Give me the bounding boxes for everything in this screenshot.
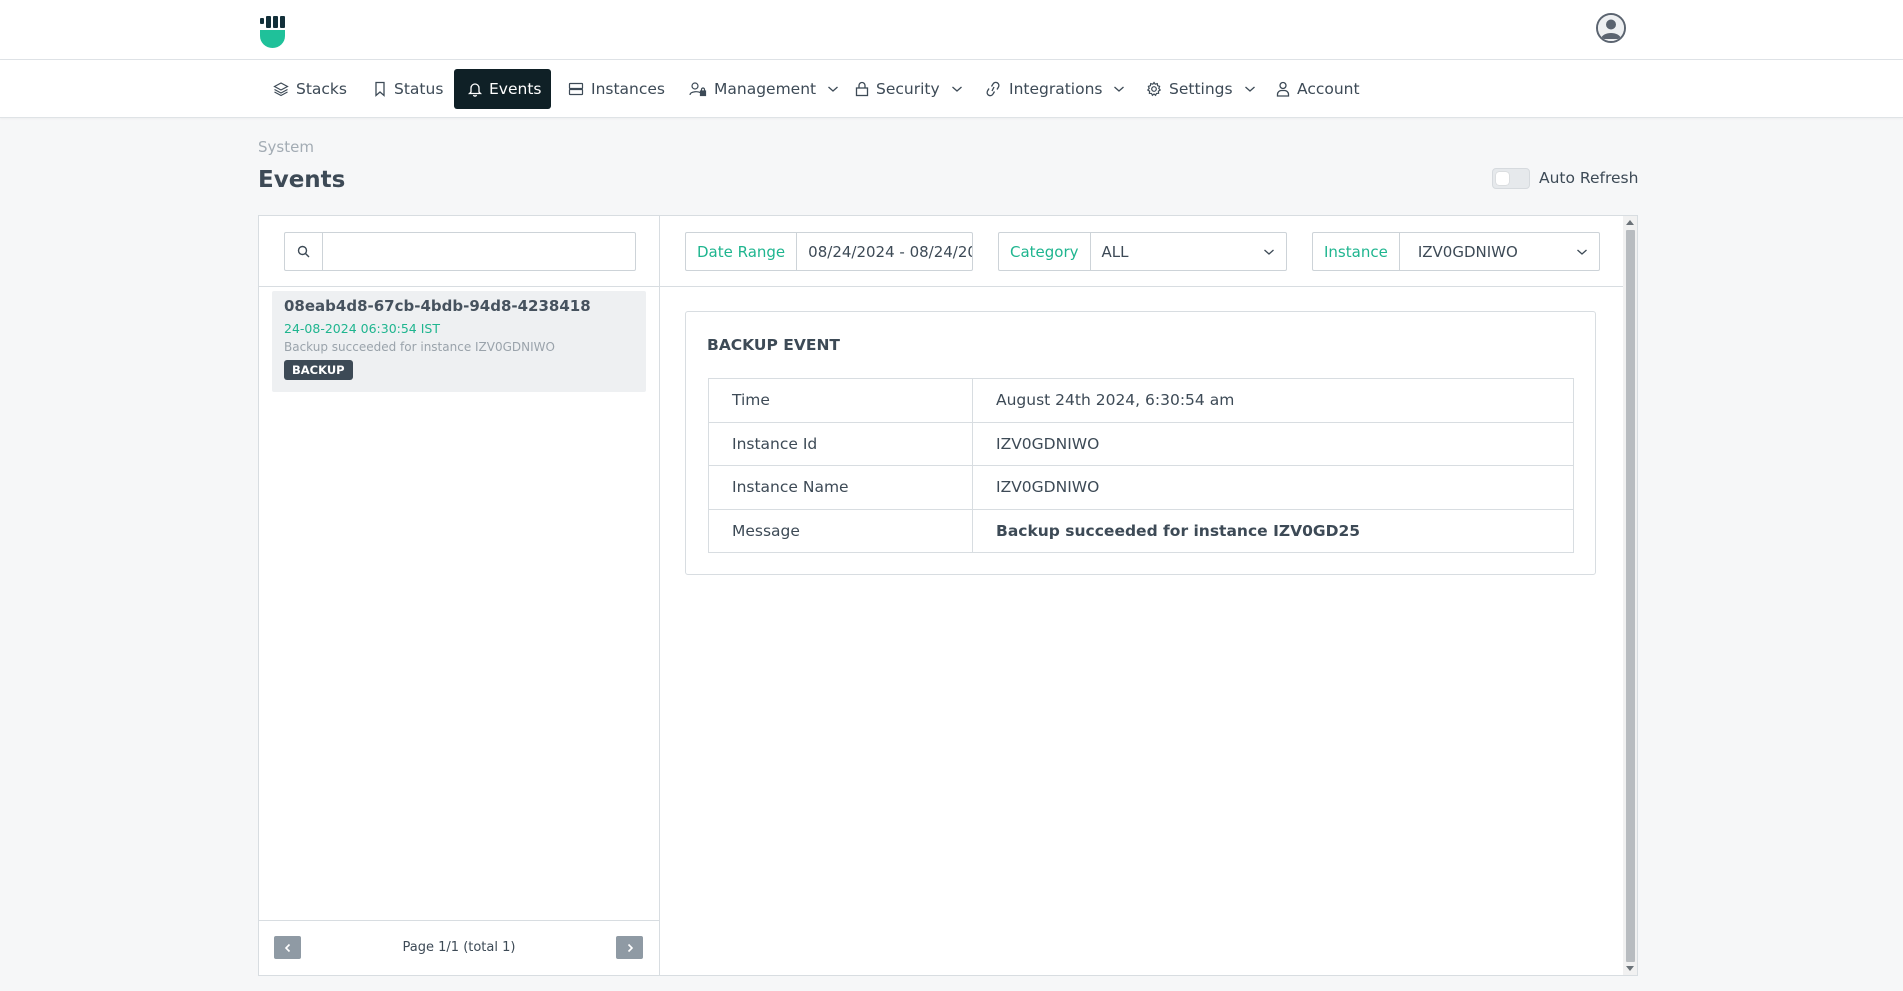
pagination-text: Page 1/1 (total 1) bbox=[402, 940, 516, 955]
chevron-right-icon bbox=[627, 943, 633, 952]
detail-key: Instance Name bbox=[708, 465, 973, 510]
event-id: 08eab4d8-67cb-4bdb-94d8-4238418 bbox=[284, 297, 591, 315]
table-row: Instance Name IZV0GDNIWO bbox=[708, 465, 1574, 510]
layers-icon bbox=[273, 82, 289, 97]
nav-item-account[interactable]: Account bbox=[1262, 69, 1374, 109]
scroll-up-arrow-icon[interactable] bbox=[1626, 220, 1634, 225]
detail-value: August 24th 2024, 6:30:54 am bbox=[972, 378, 1574, 423]
nav-item-settings[interactable]: Settings bbox=[1132, 69, 1270, 109]
app-logo-icon[interactable] bbox=[258, 16, 288, 50]
date-range-label: Date Range bbox=[686, 233, 798, 270]
main-nav: Stacks Status Events Instances Managemen… bbox=[0, 60, 1903, 118]
events-panel: 08eab4d8-67cb-4bdb-94d8-4238418 24-08-20… bbox=[258, 215, 1638, 976]
detail-value: IZV0GDNIWO bbox=[972, 465, 1574, 510]
nav-item-integrations[interactable]: Integrations bbox=[970, 69, 1139, 109]
link-icon bbox=[986, 81, 1000, 97]
next-page-button[interactable] bbox=[616, 936, 643, 959]
scrollbar[interactable] bbox=[1623, 216, 1637, 975]
instance-select[interactable]: IZV0GDNIWO bbox=[1400, 233, 1599, 270]
scroll-down-arrow-icon[interactable] bbox=[1626, 966, 1634, 971]
detail-value: Backup succeeded for instance IZV0GD25 bbox=[972, 508, 1574, 553]
table-row: Time August 24th 2024, 6:30:54 am bbox=[708, 378, 1574, 423]
chevron-down-icon bbox=[1114, 86, 1125, 92]
nav-item-label: Management bbox=[714, 80, 817, 98]
chevron-down-icon bbox=[951, 86, 962, 92]
auto-refresh-toggle[interactable] bbox=[1492, 168, 1530, 189]
scrollbar-thumb[interactable] bbox=[1626, 230, 1635, 962]
chevron-down-icon bbox=[828, 86, 839, 92]
detail-key: Instance Id bbox=[708, 421, 973, 466]
nav-item-security[interactable]: Security bbox=[841, 69, 977, 109]
user-lock-icon bbox=[689, 82, 707, 97]
detail-key: Message bbox=[708, 508, 973, 553]
search-input[interactable] bbox=[324, 233, 635, 270]
event-time: 24-08-2024 06:30:54 IST bbox=[284, 321, 440, 336]
date-range-filter[interactable]: Date Range 08/24/2024 - 08/24/20 bbox=[685, 232, 973, 271]
detail-key: Time bbox=[708, 378, 973, 423]
instance-value: IZV0GDNIWO bbox=[1417, 242, 1518, 261]
event-message: Backup succeeded for instance IZV0GDNIWO bbox=[284, 340, 555, 354]
user-icon bbox=[1276, 81, 1290, 97]
category-select[interactable]: ALL bbox=[1091, 233, 1286, 270]
category-value: ALL bbox=[1101, 242, 1129, 261]
event-detail-table: Time August 24th 2024, 6:30:54 am Instan… bbox=[708, 378, 1574, 553]
nav-item-status[interactable]: Status bbox=[359, 69, 457, 109]
avatar[interactable] bbox=[1596, 13, 1626, 43]
nav-item-label: Account bbox=[1297, 80, 1360, 98]
event-type-badge: BACKUP bbox=[284, 360, 353, 380]
chevron-down-icon bbox=[1244, 86, 1255, 92]
divider bbox=[259, 920, 659, 921]
bookmark-icon bbox=[375, 81, 385, 97]
nav-item-label: Integrations bbox=[1009, 80, 1103, 98]
category-label: Category bbox=[999, 233, 1091, 270]
gear-icon bbox=[1146, 81, 1162, 97]
nav-item-label: Settings bbox=[1169, 80, 1233, 98]
event-detail-title: BACKUP EVENT bbox=[707, 336, 840, 354]
nav-item-events[interactable]: Events bbox=[454, 69, 551, 109]
chevron-down-icon bbox=[1577, 249, 1587, 255]
nav-item-label: Stacks bbox=[296, 80, 347, 98]
nav-item-stacks[interactable]: Stacks bbox=[259, 69, 361, 109]
date-range-input[interactable]: 08/24/2024 - 08/24/20 bbox=[797, 233, 972, 270]
category-filter[interactable]: Category ALL bbox=[998, 232, 1287, 271]
chevron-down-icon bbox=[1264, 249, 1274, 255]
table-row: Message Backup succeeded for instance IZ… bbox=[708, 508, 1574, 553]
page-title: Events bbox=[258, 167, 346, 193]
instance-label: Instance bbox=[1313, 233, 1400, 270]
table-row: Instance Id IZV0GDNIWO bbox=[708, 421, 1574, 466]
lock-icon bbox=[855, 81, 869, 97]
detail-value: IZV0GDNIWO bbox=[972, 421, 1574, 466]
bell-icon bbox=[468, 83, 482, 97]
nav-item-label: Status bbox=[394, 80, 444, 98]
breadcrumb[interactable]: System bbox=[258, 138, 314, 156]
search-icon bbox=[297, 245, 310, 258]
instance-filter[interactable]: Instance IZV0GDNIWO bbox=[1312, 232, 1600, 271]
search-button[interactable] bbox=[285, 233, 323, 270]
list-item[interactable]: 08eab4d8-67cb-4bdb-94d8-4238418 24-08-20… bbox=[272, 291, 646, 392]
nav-item-label: Security bbox=[876, 80, 940, 98]
search-box bbox=[284, 232, 636, 271]
auto-refresh-label: Auto Refresh bbox=[1539, 169, 1639, 187]
nav-item-instances[interactable]: Instances bbox=[554, 69, 679, 109]
nav-item-management[interactable]: Management bbox=[675, 69, 853, 109]
nav-item-label: Instances bbox=[591, 80, 666, 98]
server-icon bbox=[568, 82, 584, 96]
event-detail-card: BACKUP EVENT Time August 24th 2024, 6:30… bbox=[685, 311, 1596, 575]
event-list-column: 08eab4d8-67cb-4bdb-94d8-4238418 24-08-20… bbox=[259, 216, 660, 975]
nav-item-label: Events bbox=[489, 80, 542, 98]
top-bar bbox=[0, 0, 1903, 60]
